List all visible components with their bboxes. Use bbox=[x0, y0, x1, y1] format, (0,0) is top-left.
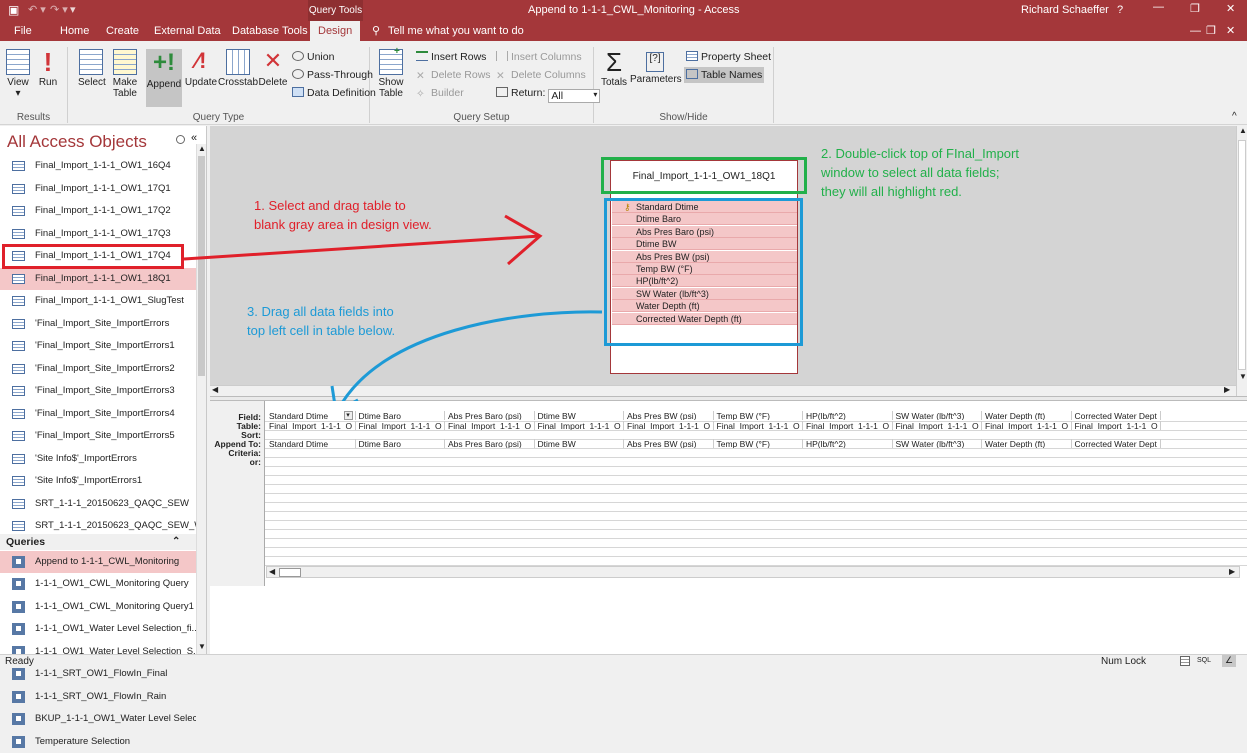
grid-table-cell[interactable]: Final_Import_1-1-1_O bbox=[266, 421, 356, 430]
grid-field-value: SW Water (lb/ft^3) bbox=[895, 411, 965, 420]
grid-row-labels: Field: Table: Sort: Append To: Criteria: or: bbox=[210, 401, 265, 586]
grid-field-cell[interactable]: Abs Pres BW (psi) bbox=[624, 411, 714, 420]
grid-line bbox=[265, 484, 1247, 485]
arrow-blue-curve bbox=[336, 310, 603, 411]
grid-table-cell[interactable]: Final_Import_1-1-1_O bbox=[803, 421, 893, 430]
grid-append-to-cell[interactable]: Abs Pres Baro (psi) bbox=[445, 439, 535, 448]
field-dropdown-icon[interactable]: ▾ bbox=[343, 411, 353, 420]
grid-table-cell[interactable]: Final_Import_1-1-1_O bbox=[982, 421, 1072, 430]
grid-table-cell[interactable]: Final_Import_1-1-1_O bbox=[624, 421, 714, 430]
grid-append-to-cell[interactable]: Temp BW (°F) bbox=[714, 439, 803, 448]
num-lock-indicator: Num Lock bbox=[1101, 656, 1147, 667]
arrow-red-head bbox=[504, 214, 543, 266]
grid-field-value: Standard Dtime bbox=[269, 411, 329, 420]
grid-field-value: Corrected Water Dept bbox=[1074, 411, 1157, 420]
grid-line bbox=[265, 511, 1247, 512]
grid-scroll-thumb[interactable] bbox=[279, 568, 301, 577]
grid-append-to-cell[interactable]: Water Depth (ft) bbox=[982, 439, 1072, 448]
grid-line bbox=[265, 448, 1247, 449]
grid-table-cell[interactable]: Final_Import_1-1-1_O bbox=[893, 421, 982, 430]
grid-append-to-cell[interactable]: HP(lb/ft^2) bbox=[803, 439, 893, 448]
grid-field-cell[interactable]: Corrected Water Dept bbox=[1072, 411, 1161, 420]
grid-line bbox=[265, 457, 1247, 458]
grid-field-cell[interactable]: HP(lb/ft^2) bbox=[803, 411, 893, 420]
query-icon bbox=[12, 735, 25, 748]
status-text: Ready bbox=[5, 656, 34, 667]
grid-field-value: Abs Pres Baro (psi) bbox=[448, 411, 522, 420]
grid-append-to-cell[interactable]: Standard Dtime bbox=[266, 439, 356, 448]
grid-field-value: Dtime BW bbox=[537, 411, 576, 420]
grid-row-label: or: bbox=[249, 457, 261, 467]
grid-line bbox=[265, 556, 1247, 557]
arrow-red-line bbox=[183, 234, 541, 261]
grid-field-cell[interactable]: Temp BW (°F) bbox=[714, 411, 803, 420]
grid-table-cell[interactable]: Final_Import_1-1-1_O bbox=[1072, 421, 1161, 430]
grid-line bbox=[265, 502, 1247, 503]
nav-query-label: 1-1-1_SRT_OW1_FlowIn_Rain bbox=[35, 690, 167, 702]
grid-line bbox=[265, 529, 1247, 530]
grid-horizontal-scrollbar[interactable]: ◀ ▶ bbox=[266, 566, 1240, 578]
grid-append-to-cell[interactable]: SW Water (lb/ft^3) bbox=[893, 439, 982, 448]
grid-line bbox=[265, 493, 1247, 494]
nav-query-label: Temperature Selection bbox=[35, 735, 131, 747]
grid-append-to-cell[interactable]: Dtime BW bbox=[535, 439, 624, 448]
nav-query-item[interactable]: BKUP_1-1-1_OW1_Water Level Selec... bbox=[0, 708, 196, 730]
query-icon bbox=[12, 713, 25, 725]
grid-field-cell[interactable]: Water Depth (ft) bbox=[982, 411, 1072, 420]
grid-field-value: HP(lb/ft^2) bbox=[806, 411, 846, 420]
nav-query-label: BKUP_1-1-1_OW1_Water Level Selec... bbox=[35, 713, 196, 724]
grid-append-to-cell[interactable]: Dtime Baro bbox=[356, 439, 445, 448]
grid-line bbox=[265, 430, 1247, 431]
grid-field-value: Dtime Baro bbox=[358, 411, 402, 420]
grid-field-value: Temp BW (°F) bbox=[716, 411, 770, 420]
grid-line bbox=[265, 475, 1247, 476]
grid-line bbox=[265, 538, 1247, 539]
grid-table-cell[interactable]: Final_Import_1-1-1_O bbox=[535, 421, 624, 430]
sql-view-button[interactable]: SQL bbox=[1197, 657, 1211, 664]
grid-append-to-cell[interactable]: Corrected Water Dept bbox=[1072, 439, 1161, 448]
design-view-icon[interactable]: ∠ bbox=[1222, 655, 1236, 667]
query-icon bbox=[12, 690, 25, 703]
grid-table-cell[interactable]: Final_Import_1-1-1_O bbox=[714, 421, 803, 430]
grid-append-to-cell[interactable]: Abs Pres BW (psi) bbox=[624, 439, 714, 448]
grid-scroll-right-icon[interactable]: ▶ bbox=[1229, 567, 1235, 576]
grid-field-cell[interactable]: Dtime Baro bbox=[356, 411, 445, 420]
grid-table-cell[interactable]: Final_Import_1-1-1_O bbox=[445, 421, 535, 430]
datasheet-view-icon[interactable] bbox=[1180, 656, 1190, 666]
grid-field-cell[interactable]: Dtime BW bbox=[535, 411, 624, 420]
grid-scroll-left-icon[interactable]: ◀ bbox=[269, 567, 275, 576]
grid-field-cell[interactable]: Standard Dtime ▾ bbox=[266, 411, 356, 420]
nav-query-item[interactable]: 1-1-1_SRT_OW1_FlowIn_Rain bbox=[0, 686, 196, 708]
grid-line bbox=[265, 547, 1247, 548]
grid-field-value: Water Depth (ft) bbox=[985, 411, 1046, 420]
query-design-grid: Field: Table: Sort: Append To: Criteria: or: … bbox=[210, 401, 1247, 654]
grid-field-cell[interactable]: SW Water (lb/ft^3) bbox=[893, 411, 982, 420]
nav-query-item[interactable]: Temperature Selection bbox=[0, 731, 196, 753]
query-icon bbox=[12, 668, 25, 680]
grid-table-cell[interactable]: Final_Import_1-1-1_O bbox=[356, 421, 445, 430]
grid-field-value: Abs Pres BW (psi) bbox=[627, 411, 697, 420]
grid-field-cell[interactable]: Abs Pres Baro (psi) bbox=[445, 411, 535, 420]
status-bar: Ready Num Lock SQL ∠ bbox=[0, 654, 1247, 668]
grid-line bbox=[265, 466, 1247, 467]
grid-line bbox=[265, 520, 1247, 521]
